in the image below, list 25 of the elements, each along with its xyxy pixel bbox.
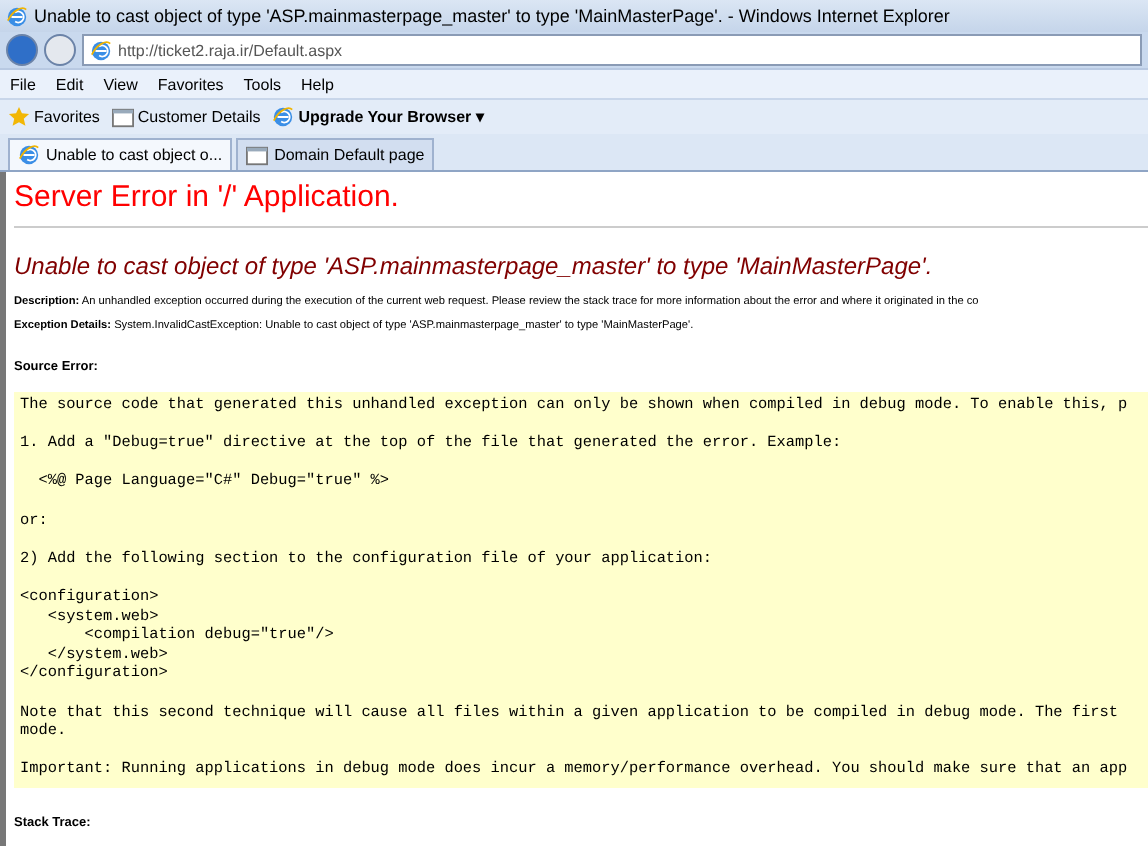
menu-item[interactable]: Edit: [55, 75, 84, 93]
menu-item[interactable]: Favorites: [157, 75, 224, 93]
star-icon: [8, 106, 30, 128]
browser-tab[interactable]: Unable to cast object o...: [8, 138, 233, 170]
favorites-bar-item[interactable]: Upgrade Your Browser ▾: [272, 106, 484, 128]
page-icon: [111, 107, 134, 127]
menu-item[interactable]: Help: [300, 75, 334, 93]
favorites-bar-item[interactable]: Customer Details: [111, 107, 261, 127]
menu-item[interactable]: Tools: [243, 75, 281, 93]
back-button[interactable]: [6, 34, 38, 66]
browser-logo-icon: [272, 106, 295, 128]
page-heading: Server Error in '/' Application.: [14, 180, 1148, 228]
favorites-bar-item[interactable]: Favorites: [8, 106, 100, 128]
browser-logo-icon: [18, 144, 40, 166]
address-field[interactable]: http://ticket2.raja.ir/Default.aspx: [82, 34, 1142, 66]
menu-item[interactable]: View: [103, 75, 138, 93]
browser-tab[interactable]: Domain Default page: [236, 138, 435, 170]
error-title: Unable to cast object of type 'ASP.mainmasterpage_master' to type 'MainMasterPage'.: [14, 252, 935, 280]
page-icon: [90, 39, 112, 61]
address-text: http://ticket2.raja.ir/Default.aspx: [118, 41, 343, 59]
window-title: Unable to cast object of type 'ASP.mainmasterpage_master' to type 'MainMasterPage'. - Windows Internet Explorer: [34, 6, 950, 26]
menu-item[interactable]: File: [10, 75, 36, 93]
browser-logo-icon: [6, 5, 28, 27]
forward-button[interactable]: [44, 34, 76, 66]
page-icon: [246, 145, 269, 165]
